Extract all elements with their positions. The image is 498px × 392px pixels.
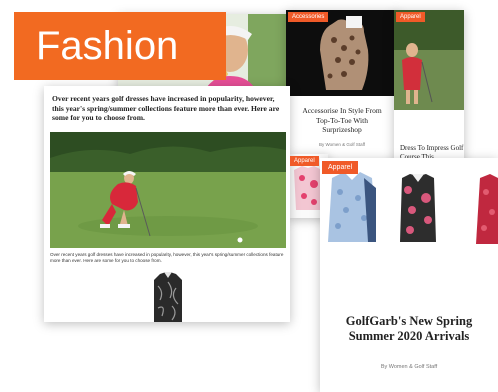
- category-tag[interactable]: Apparel: [322, 161, 359, 174]
- featured-card[interactable]: Apparel GolfGarb's New Spring Summer 202: [320, 158, 498, 392]
- article-golfer-photo: [50, 132, 286, 248]
- garments-row: [320, 158, 498, 268]
- category-tag[interactable]: Apparel: [290, 156, 319, 166]
- category-label: Fashion: [14, 12, 226, 80]
- card-byline: By Women & Golf Staff: [318, 142, 366, 147]
- vest-thumbnail: [148, 270, 188, 322]
- card-accessories[interactable]: Accessories Accessorise In Style From To…: [286, 10, 398, 178]
- category-tag[interactable]: Apparel: [396, 12, 425, 22]
- card-apparel-right[interactable]: Apparel Dress To Impress Golf Course Thi…: [394, 10, 464, 180]
- category-tag[interactable]: Accessories: [288, 12, 329, 22]
- card-byline: By Women & Golf Staff: [380, 364, 438, 370]
- article-heading[interactable]: Over recent years golf dresses have incr…: [52, 94, 284, 123]
- article-card[interactable]: Over recent years golf dresses have incr…: [44, 86, 290, 322]
- card-title[interactable]: GolfGarb's New Spring Summer 2020 Arriva…: [334, 314, 484, 344]
- garment-floral-vest: [400, 174, 436, 242]
- golfer-photo: [394, 10, 464, 110]
- glove-photo: [286, 10, 398, 96]
- card-title[interactable]: Accessorise In Style From Top-To-Toe Wit…: [296, 106, 388, 135]
- garment-blue-top: [328, 172, 376, 242]
- article-caption: Over recent years golf dresses have incr…: [50, 252, 284, 263]
